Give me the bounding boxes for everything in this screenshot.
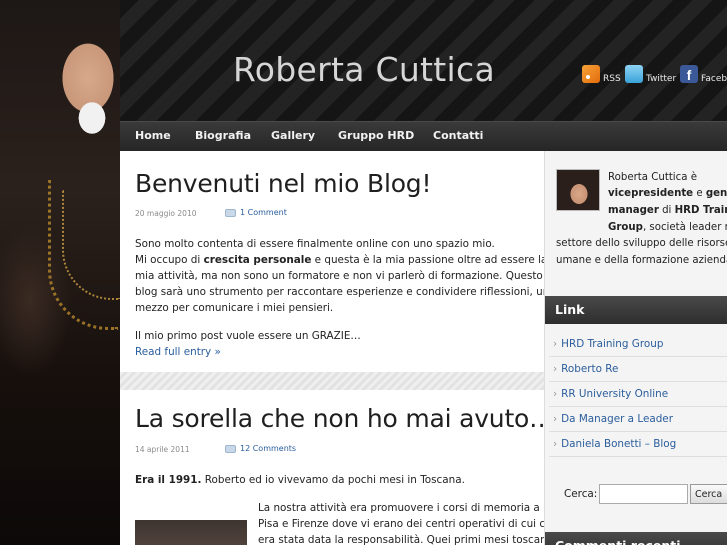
- portrait-photo: [0, 0, 120, 545]
- post-text-line: Il mio primo post vuole essere un GRAZIE…: [135, 330, 361, 342]
- nav-home[interactable]: Home: [135, 129, 171, 142]
- twitter-label: Twitter: [646, 74, 677, 84]
- sidebar: Roberta Cuttica è vicepresidente e gener…: [544, 151, 727, 545]
- post-text-line: blog sarà uno strumento per raccontare e…: [135, 286, 544, 298]
- link-widget-heading: Link: [545, 296, 727, 324]
- about-bold: manager: [608, 205, 659, 216]
- twitter-icon: [625, 65, 643, 83]
- recent-comments-heading: Commenti recenti: [545, 532, 727, 545]
- sidebar-link[interactable]: › RR University Online: [553, 388, 727, 400]
- about-bold: Group: [608, 222, 643, 233]
- post-date: 14 aprile 2011: [135, 445, 190, 454]
- rss-icon: [582, 65, 600, 83]
- post-title[interactable]: La sorella che non ho mai avuto…: [135, 404, 544, 433]
- post-text-line: La nostra attività era promuovere i cors…: [258, 502, 540, 514]
- post-text-line: Pisa e Firenze dove vi erano dei centri …: [258, 518, 544, 530]
- main-nav: Home Biografia Gallery Gruppo HRD Contat…: [120, 121, 727, 151]
- post-text-span: e questa è la mia passione oltre ad esse…: [311, 254, 544, 266]
- post-text-line: Sono molto contenta di essere finalmente…: [135, 238, 495, 250]
- main-content: Benvenuti nel mio Blog! 20 maggio 2010 1…: [120, 151, 544, 545]
- search-button[interactable]: Cerca: [690, 484, 727, 504]
- about-bold: general: [705, 188, 727, 199]
- facebook-link[interactable]: f Facebook: [680, 64, 727, 84]
- post-text-span: Mi occupo di: [135, 254, 204, 266]
- divider: [549, 431, 727, 432]
- chevron-right-icon: ›: [553, 413, 558, 425]
- divider: [549, 356, 727, 357]
- rss-link[interactable]: RSS: [582, 64, 621, 84]
- divider: [549, 381, 727, 382]
- comment-icon: [225, 209, 236, 217]
- sidebar-link[interactable]: › Daniela Bonetti – Blog: [553, 438, 727, 450]
- facebook-icon: f: [680, 65, 698, 83]
- post-text-line: mia attività, ma non sono un formatore e…: [135, 270, 543, 282]
- divider: [549, 456, 727, 457]
- sidebar-link[interactable]: › Roberto Re: [553, 363, 727, 375]
- about-span: , società leader nel: [642, 222, 727, 233]
- facebook-label: Facebook: [701, 74, 727, 84]
- about-span: di: [658, 205, 675, 216]
- about-text: umane e della formazione aziendale.: [556, 255, 727, 266]
- sidebar-link[interactable]: › Da Manager a Leader: [553, 413, 727, 425]
- rss-label: RSS: [603, 74, 621, 84]
- chevron-right-icon: ›: [553, 438, 558, 450]
- sidebar-link-label: RR University Online: [561, 388, 669, 400]
- sidebar-link-label: HRD Training Group: [561, 338, 664, 350]
- about-text: vicepresidente e general: [608, 187, 727, 200]
- chevron-right-icon: ›: [553, 363, 558, 375]
- about-text: manager di HRD Training: [608, 204, 727, 217]
- chevron-right-icon: ›: [553, 338, 558, 350]
- post-text-line: Mi occupo di crescita personale e questa…: [135, 253, 544, 267]
- sidebar-link[interactable]: › HRD Training Group: [553, 338, 727, 350]
- site-title[interactable]: Roberta Cuttica: [233, 50, 495, 89]
- nav-biografia[interactable]: Biografia: [195, 129, 251, 142]
- sidebar-link-label: Da Manager a Leader: [561, 413, 673, 425]
- post-text-line: mezzo per comunicare i miei pensieri.: [135, 302, 334, 314]
- comments-link[interactable]: 12 Comments: [240, 444, 296, 453]
- search-input[interactable]: [599, 484, 688, 504]
- nav-gallery[interactable]: Gallery: [271, 129, 315, 142]
- chevron-right-icon: ›: [553, 388, 558, 400]
- search-label: Cerca:: [564, 488, 598, 500]
- about-text: settore dello sviluppo delle risorse: [556, 238, 727, 249]
- post-text-line: Era il 1991. Roberto ed io vivevamo da p…: [135, 473, 465, 487]
- post-text-bold: Era il 1991.: [135, 474, 202, 486]
- about-span: e: [693, 188, 706, 199]
- about-text: Roberta Cuttica è: [608, 172, 697, 183]
- post-text-line: era stata data la responsabilità. Quei p…: [258, 534, 544, 545]
- nav-contatti[interactable]: Contatti: [433, 129, 483, 142]
- twitter-link[interactable]: Twitter: [625, 64, 676, 84]
- comments-link[interactable]: 1 Comment: [240, 208, 287, 217]
- post-text-bold: crescita personale: [203, 254, 312, 266]
- about-avatar: [556, 169, 600, 211]
- about-bold: vicepresidente: [608, 188, 694, 199]
- post-text-span: Roberto ed io vivevamo da pochi mesi in …: [201, 474, 465, 486]
- sidebar-link-label: Daniela Bonetti – Blog: [561, 438, 677, 450]
- sidebar-link-label: Roberto Re: [561, 363, 619, 375]
- post-divider: [120, 372, 544, 390]
- read-more-link[interactable]: Read full entry »: [135, 346, 221, 358]
- comment-icon: [225, 445, 236, 453]
- post-title[interactable]: Benvenuti nel mio Blog!: [135, 169, 431, 198]
- divider: [549, 406, 727, 407]
- nav-gruppo-hrd[interactable]: Gruppo HRD: [338, 129, 414, 142]
- about-text: Group, società leader nel: [608, 221, 727, 234]
- post-image[interactable]: [135, 520, 247, 545]
- post-date: 20 maggio 2010: [135, 209, 197, 218]
- about-bold: HRD Training: [674, 205, 727, 216]
